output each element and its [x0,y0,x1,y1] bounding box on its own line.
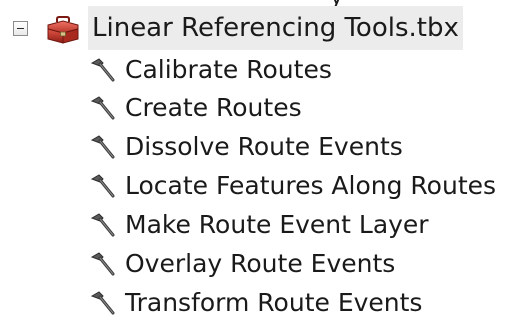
tool-label[interactable]: Calibrate Routes [125,50,332,90]
tool-item-make-route-event-layer[interactable]: Make Route Event Layer [0,205,521,245]
tool-item-dissolve-route-events[interactable]: Dissolve Route Events [0,127,521,167]
tool-item-locate-features-along-routes[interactable]: Locate Features Along Routes [0,166,521,206]
toolbox-icon [47,16,79,44]
tool-label[interactable]: Locate Features Along Routes [125,166,496,206]
tool-item-overlay-route-events[interactable]: Overlay Route Events [0,244,521,284]
tool-item-calibrate-routes[interactable]: Calibrate Routes [0,50,521,90]
hammer-icon [90,291,115,315]
hammer-icon [90,213,115,237]
hammer-icon [90,135,115,159]
tool-label[interactable]: Overlay Route Events [125,244,395,284]
hammer-icon [90,58,115,82]
collapse-toggle-icon[interactable] [13,21,28,36]
hammer-icon [90,96,115,120]
tool-label[interactable]: Transform Route Events [125,283,422,323]
tool-label[interactable]: Dissolve Route Events [125,127,403,167]
catalog-tree: y Linear Referencing Tools.tbx [0,0,521,328]
hammer-icon [90,252,115,276]
toolbox-node[interactable]: Linear Referencing Tools.tbx [0,6,521,50]
tool-label[interactable]: Create Routes [125,88,302,128]
tool-item-transform-route-events[interactable]: Transform Route Events [0,283,521,323]
tool-label[interactable]: Make Route Event Layer [125,205,429,245]
tool-item-create-routes[interactable]: Create Routes [0,88,521,128]
hammer-icon [90,174,115,198]
toolbox-label[interactable]: Linear Referencing Tools.tbx [88,6,463,50]
